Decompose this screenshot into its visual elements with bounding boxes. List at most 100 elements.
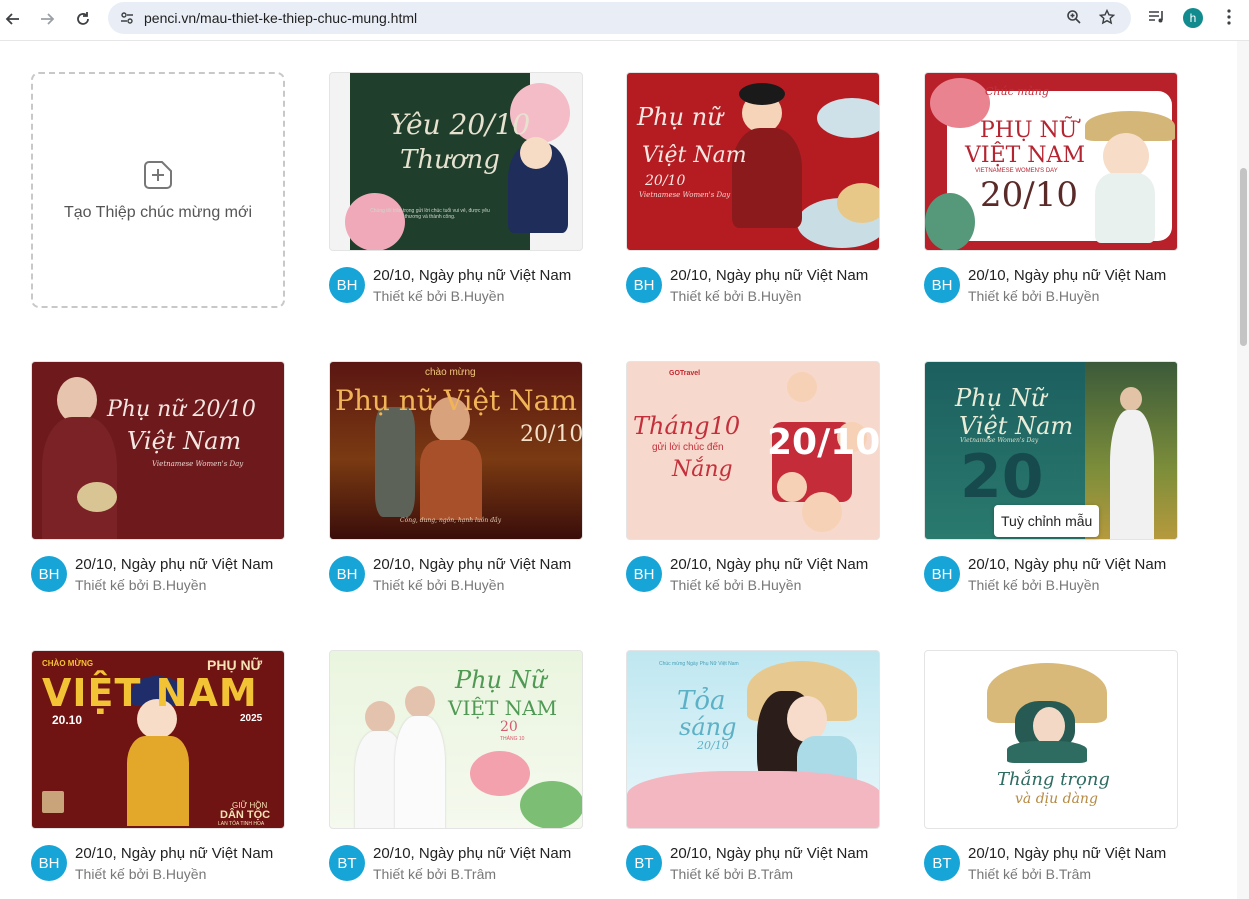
toolbar-divider	[0, 40, 1249, 41]
art-text: VIỆT NAM	[448, 696, 558, 720]
author-avatar[interactable]: BT	[626, 845, 662, 881]
template-card[interactable]: Chúc mừng PHỤ NỮ VIỆT NAM VIETNAMESE WOM…	[924, 72, 1178, 316]
art-text: 20.10	[52, 713, 83, 727]
author-avatar[interactable]: BT	[924, 845, 960, 881]
art-small-text: THÁNG 10	[500, 736, 525, 742]
art-small-text: Chúc mừng Ngày Phụ Nữ Việt Nam	[659, 661, 739, 667]
art-text: gửi lời chúc đến	[652, 442, 724, 453]
art-text: 20/10	[980, 175, 1078, 215]
card-title[interactable]: 20/10, Ngày phụ nữ Việt Nam	[968, 556, 1178, 573]
scrollbar-thumb[interactable]	[1240, 168, 1247, 346]
art-text: Phụ Nữ	[455, 666, 547, 694]
card-title[interactable]: 20/10, Ngày phụ nữ Việt Nam	[75, 845, 285, 862]
author-avatar[interactable]: BH	[626, 267, 662, 303]
author-avatar[interactable]: BH	[31, 845, 67, 881]
card-title[interactable]: 20/10, Ngày phụ nữ Việt Nam	[75, 556, 285, 573]
art-text: Phụ nữ 20/10	[107, 397, 256, 422]
template-thumbnail[interactable]: Thắng trọng và dịu dàng	[924, 650, 1178, 829]
art-text: 20/10	[767, 422, 880, 463]
art-text: Tháng10	[633, 412, 741, 440]
card-author: Thiết kế bởi B.Trâm	[968, 866, 1092, 882]
card-author: Thiết kế bởi B.Huyền	[75, 866, 207, 882]
art-text: 20/10	[697, 739, 729, 752]
art-small-text: Vietnamese Women's Day	[152, 460, 244, 468]
profile-avatar[interactable]: h	[1183, 8, 1203, 28]
card-title[interactable]: 20/10, Ngày phụ nữ Việt Nam	[670, 845, 880, 862]
create-new-card-button[interactable]: Tạo Thiệp chúc mừng mới	[31, 72, 285, 308]
art-text: Phụ nữ Việt Nam	[335, 384, 577, 417]
template-card[interactable]: chào mừng Phụ nữ Việt Nam 20/10 Công, du…	[329, 361, 583, 605]
template-thumbnail[interactable]: Yêu 20/10 Thương Chúng tôi trân trọng gử…	[329, 72, 583, 251]
zoom-icon[interactable]	[1064, 7, 1084, 27]
template-thumbnail[interactable]: Chúc mừng PHỤ NỮ VIỆT NAM VIETNAMESE WOM…	[924, 72, 1178, 251]
art-text: Tỏa	[677, 686, 726, 716]
art-text: Việt Nam	[127, 427, 242, 455]
template-card[interactable]: Yêu 20/10 Thương Chúng tôi trân trọng gử…	[329, 72, 583, 316]
url-text[interactable]: penci.vn/mau-thiet-ke-thiep-chuc-mung.ht…	[144, 10, 417, 26]
add-file-icon	[144, 161, 172, 189]
art-text: 20	[960, 442, 1044, 512]
card-title[interactable]: 20/10, Ngày phụ nữ Việt Nam	[373, 556, 583, 573]
card-title[interactable]: 20/10, Ngày phụ nữ Việt Nam	[968, 267, 1178, 284]
art-text: 20	[500, 719, 518, 735]
card-title[interactable]: 20/10, Ngày phụ nữ Việt Nam	[373, 845, 583, 862]
art-text: Việt Nam	[642, 143, 747, 168]
card-author: Thiết kế bởi B.Huyền	[968, 288, 1100, 304]
card-title[interactable]: 20/10, Ngày phụ nữ Việt Nam	[968, 845, 1178, 862]
template-card[interactable]: CHÀO MỪNG PHỤ NỮ VIỆT NAM 20.10 2025 GIỮ…	[31, 650, 285, 894]
reload-icon[interactable]	[71, 7, 95, 31]
author-avatar[interactable]: BH	[924, 267, 960, 303]
template-card[interactable]: Chúc mừng Ngày Phụ Nữ Việt Nam Tỏa sáng …	[626, 650, 880, 894]
art-text: VIỆT NAM	[42, 671, 258, 715]
template-thumbnail[interactable]: CHÀO MỪNG PHỤ NỮ VIỆT NAM 20.10 2025 GIỮ…	[31, 650, 285, 829]
card-author: Thiết kế bởi B.Trâm	[373, 866, 497, 882]
bookmark-star-icon[interactable]	[1097, 7, 1117, 27]
create-new-label: Tạo Thiệp chúc mừng mới	[63, 204, 253, 221]
template-thumbnail[interactable]: Chúc mừng Ngày Phụ Nữ Việt Nam Tỏa sáng …	[626, 650, 880, 829]
art-text: Thương	[400, 145, 500, 175]
art-text: 2025	[240, 713, 263, 724]
art-text: CHÀO MỪNG	[42, 659, 94, 668]
author-avatar[interactable]: BH	[329, 556, 365, 592]
template-card[interactable]: Phụ Nữ VIỆT NAM 20 THÁNG 10 BT 20/10, Ng…	[329, 650, 583, 894]
template-thumbnail[interactable]: Phụ Nữ VIỆT NAM 20 THÁNG 10	[329, 650, 583, 829]
art-small-text: Công, dung, ngôn, hạnh luôn đầy	[400, 517, 502, 524]
site-settings-icon[interactable]	[118, 9, 136, 27]
template-thumbnail[interactable]: GOTravel Tháng10 gửi lời chúc đến Nắng 2…	[626, 361, 880, 540]
art-text: Chúc mừng	[985, 85, 1049, 98]
card-title[interactable]: 20/10, Ngày phụ nữ Việt Nam	[670, 267, 880, 284]
card-title[interactable]: 20/10, Ngày phụ nữ Việt Nam	[670, 556, 880, 573]
template-card[interactable]: Thắng trọng và dịu dàng BT 20/10, Ngày p…	[924, 650, 1178, 894]
customize-template-tooltip: Tuỳ chỉnh mẫu	[994, 505, 1100, 537]
template-card[interactable]: Phụ nữ Việt Nam 20/10 Vietnamese Women's…	[626, 72, 880, 316]
back-icon[interactable]	[1, 7, 25, 31]
template-card[interactable]: Phụ nữ 20/10 Việt Nam Vietnamese Women's…	[31, 361, 285, 605]
art-text: 20/10	[645, 173, 686, 189]
address-bar[interactable]: penci.vn/mau-thiet-ke-thiep-chuc-mung.ht…	[108, 2, 1131, 34]
author-avatar[interactable]: BH	[31, 556, 67, 592]
template-thumbnail[interactable]: Phụ nữ Việt Nam 20/10 Vietnamese Women's…	[626, 72, 880, 251]
template-thumbnail[interactable]: Phụ nữ 20/10 Việt Nam Vietnamese Women's…	[31, 361, 285, 540]
card-author: Thiết kế bởi B.Huyền	[373, 577, 505, 593]
art-text: PHỤ NỮ	[980, 118, 1078, 143]
card-author: Thiết kế bởi B.Huyền	[373, 288, 505, 304]
art-text: Phụ Nữ	[955, 384, 1047, 412]
card-author: Thiết kế bởi B.Huyền	[670, 577, 802, 593]
art-text: Nắng	[672, 457, 733, 482]
author-avatar[interactable]: BH	[924, 556, 960, 592]
art-text: VIỆT NAM	[965, 143, 1085, 168]
card-title[interactable]: 20/10, Ngày phụ nữ Việt Nam	[373, 267, 583, 284]
template-card[interactable]: Phụ Nữ Việt Nam Vietnamese Women's Day 2…	[924, 361, 1178, 605]
forward-icon[interactable]	[35, 7, 59, 31]
art-small-text: Vietnamese Women's Day	[639, 191, 731, 199]
more-menu-icon[interactable]	[1219, 7, 1239, 27]
art-text: Việt Nam	[959, 412, 1074, 440]
author-avatar[interactable]: BH	[626, 556, 662, 592]
author-avatar[interactable]: BH	[329, 267, 365, 303]
card-author: Thiết kế bởi B.Trâm	[670, 866, 794, 882]
reading-list-icon[interactable]	[1147, 7, 1167, 27]
author-avatar[interactable]: BT	[329, 845, 365, 881]
art-text: và dịu dàng	[1015, 791, 1098, 807]
template-card[interactable]: GOTravel Tháng10 gửi lời chúc đến Nắng 2…	[626, 361, 880, 605]
template-thumbnail[interactable]: chào mừng Phụ nữ Việt Nam 20/10 Công, du…	[329, 361, 583, 540]
